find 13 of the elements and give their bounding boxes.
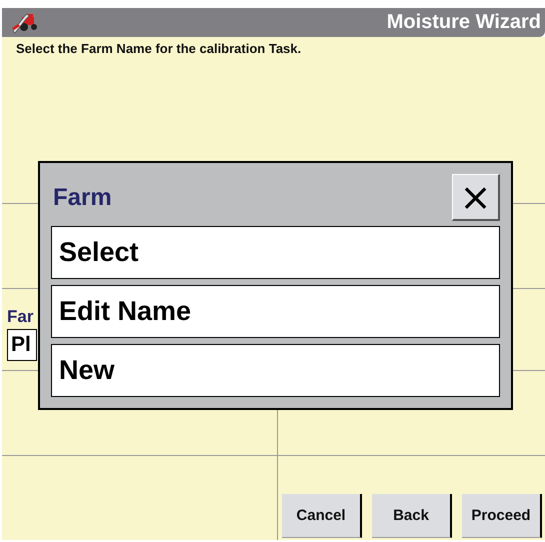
- instruction-text: Select the Farm Name for the calibration Task.: [16, 41, 302, 56]
- wizard-button[interactable]: Back: [372, 494, 452, 538]
- wizard-button[interactable]: Cancel: [282, 494, 362, 538]
- window-title: Moisture Wizard: [386, 11, 541, 34]
- farm-name-field[interactable]: Pl: [7, 329, 37, 361]
- menu-option[interactable]: New: [51, 344, 500, 397]
- menu-option[interactable]: Select: [51, 226, 500, 279]
- wizard-button[interactable]: Proceed: [462, 494, 542, 538]
- menu-option[interactable]: Edit Name: [51, 285, 500, 338]
- field-label: Far: [7, 307, 34, 327]
- tractor-wrench-icon: [10, 10, 40, 34]
- dialog-title: Farm: [53, 184, 112, 212]
- close-button[interactable]: ×: [452, 174, 500, 221]
